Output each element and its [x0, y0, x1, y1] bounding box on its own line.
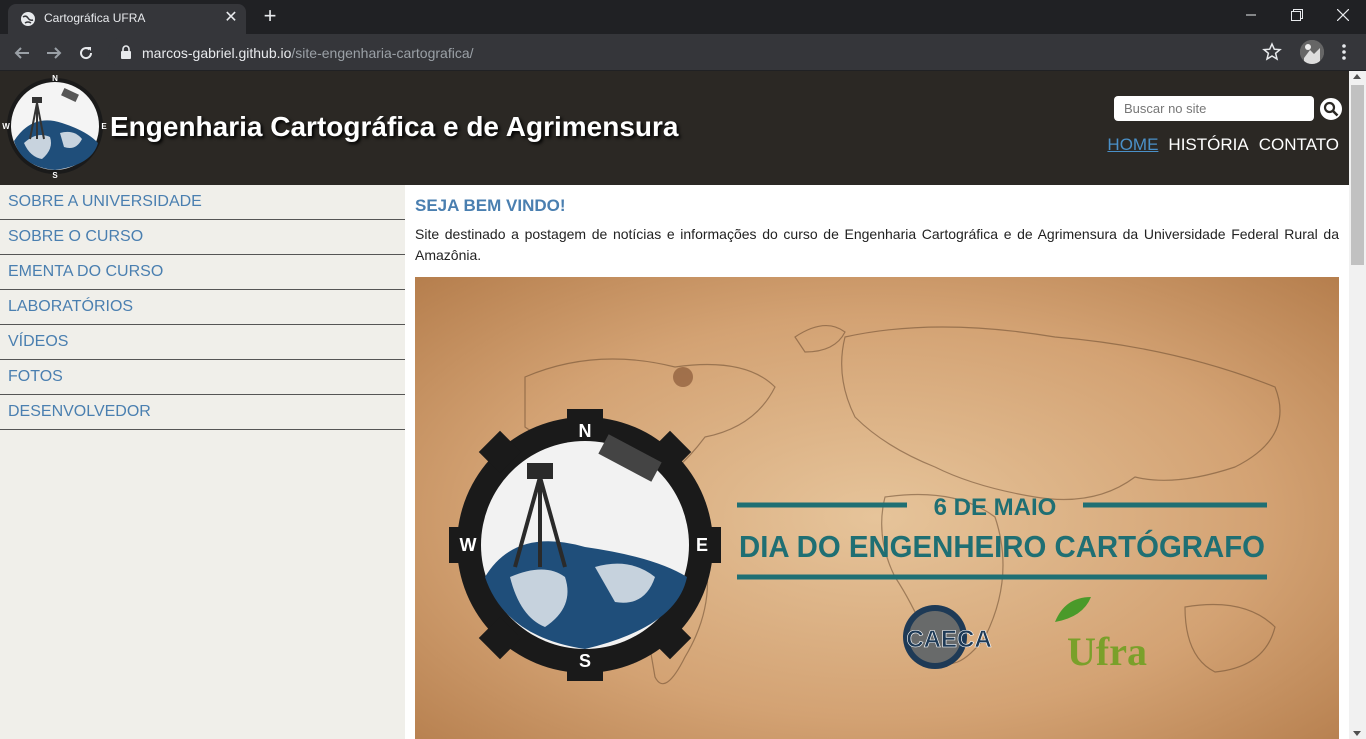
sidebar-item-videos[interactable]: VÍDEOS [0, 325, 405, 360]
sidebar-item-desenvolvedor[interactable]: DESENVOLVEDOR [0, 395, 405, 430]
sidebar-item-ementa[interactable]: EMENTA DO CURSO [0, 255, 405, 290]
sidebar-item-sobre-universidade[interactable]: SOBRE A UNIVERSIDADE [0, 185, 405, 220]
main-content: SEJA BEM VINDO! Site destinado a postage… [415, 185, 1339, 739]
reload-icon[interactable] [74, 41, 98, 65]
compass-gear-emblem: N S W E [449, 409, 721, 681]
back-arrow-icon[interactable] [10, 41, 34, 65]
banner-headline: DIA DO ENGENHEIRO CARTÓGRAFO [739, 528, 1265, 564]
restore-icon[interactable] [1274, 0, 1320, 30]
nav-home-link[interactable]: HOME [1107, 135, 1158, 155]
url-host: marcos-gabriel.github.io [142, 45, 292, 61]
browser-toolbar: marcos-gabriel.github.io/site-engenharia… [0, 34, 1366, 71]
close-tab-icon[interactable]: ✕ [222, 9, 240, 27]
scroll-down-arrow-icon[interactable] [1353, 731, 1361, 736]
search-button[interactable] [1318, 96, 1344, 122]
caeca-logo-text: CAECA [906, 626, 991, 653]
tab-title: Cartográfica UFRA [44, 11, 146, 25]
sidebar-item-laboratorios[interactable]: LABORATÓRIOS [0, 290, 405, 325]
profile-avatar-icon[interactable] [1300, 40, 1324, 64]
banner-compass-n: N [579, 421, 592, 441]
site-header: N S W E Engenharia Cartográfica e de Agr… [0, 71, 1349, 185]
page-viewport: N S W E Engenharia Cartográfica e de Agr… [0, 71, 1366, 739]
welcome-heading: SEJA BEM VINDO! [415, 196, 566, 215]
minimize-icon[interactable] [1228, 0, 1274, 30]
scroll-thumb[interactable] [1351, 85, 1364, 265]
site-title: Engenharia Cartográfica e de Agrimensura [110, 111, 679, 142]
banner-date: 6 DE MAIO [934, 494, 1057, 521]
logo-letter-e: E [101, 122, 107, 131]
more-menu-icon[interactable] [1334, 42, 1354, 62]
engineer-day-banner: N S W E 6 DE MAIO DIA DO ENGENHEIRO CART… [415, 277, 1339, 739]
banner-compass-w: W [460, 535, 477, 555]
bookmark-star-icon[interactable] [1262, 42, 1282, 62]
globe-favicon-icon [21, 12, 35, 26]
logo-letter-n: N [52, 74, 58, 83]
search-input[interactable] [1114, 96, 1314, 121]
browser-tab[interactable]: Cartográfica UFRA ✕ [8, 4, 246, 34]
sidebar-menu: SOBRE A UNIVERSIDADE SOBRE O CURSO EMENT… [0, 185, 405, 739]
forward-arrow-icon[interactable] [42, 41, 66, 65]
url-text[interactable]: marcos-gabriel.github.io/site-engenharia… [142, 45, 474, 61]
close-window-icon[interactable] [1320, 0, 1366, 30]
banner-compass-s: S [579, 651, 591, 671]
address-bar[interactable]: marcos-gabriel.github.io/site-engenharia… [108, 37, 1288, 67]
page-scrollbar[interactable] [1349, 71, 1366, 739]
compass-globe-logo-icon[interactable]: N S W E [2, 73, 108, 179]
logo-letter-w: W [2, 122, 10, 131]
intro-paragraph: Site destinado a postagem de notícias e … [415, 226, 1339, 263]
banner-compass-e: E [696, 535, 708, 555]
sidebar-item-sobre-curso[interactable]: SOBRE O CURSO [0, 220, 405, 255]
new-tab-icon[interactable]: + [258, 5, 282, 29]
url-path: /site-engenharia-cartografica/ [291, 45, 474, 61]
logo-letter-s: S [52, 171, 58, 179]
ufra-logo-text: Ufra [1067, 629, 1147, 674]
nav-contato-link[interactable]: CONTATO [1259, 135, 1339, 155]
top-navigation: HOME HISTÓRIA CONTATO [1107, 135, 1339, 155]
nav-historia-link[interactable]: HISTÓRIA [1168, 135, 1248, 155]
browser-tab-bar: Cartográfica UFRA ✕ + [0, 0, 1366, 34]
sidebar-item-fotos[interactable]: FOTOS [0, 360, 405, 395]
lock-icon [121, 45, 131, 59]
scroll-up-arrow-icon[interactable] [1353, 74, 1361, 79]
search-icon [1323, 101, 1339, 117]
